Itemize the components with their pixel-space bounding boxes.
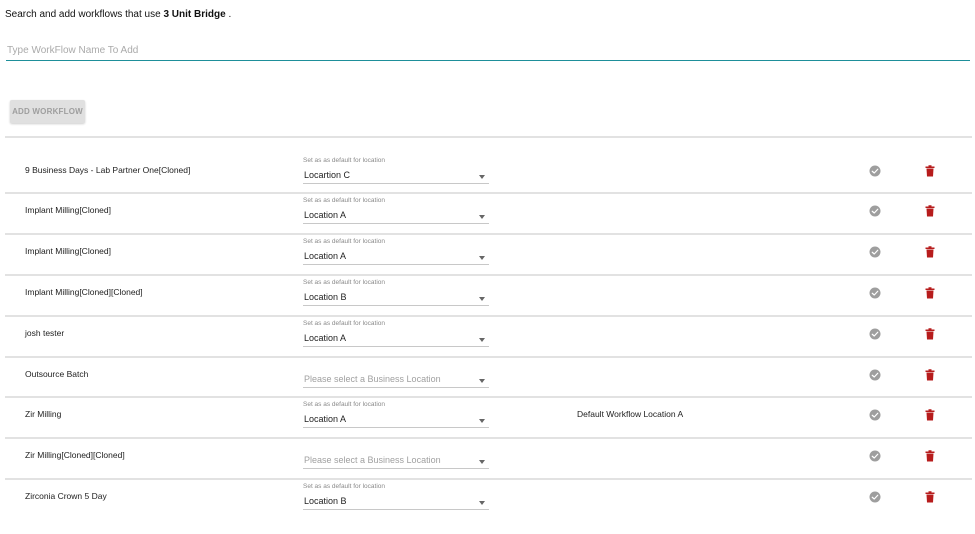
location-select-label: Set as as default for location [303, 401, 386, 409]
workflow-name: Zirconia Crown 5 Day [25, 491, 107, 502]
location-select-field: Please select a Business Location [303, 441, 489, 470]
intro-suffix: . [228, 9, 232, 20]
location-dropdown-value: Location A [304, 210, 347, 220]
location-dropdown[interactable]: Location A [303, 328, 489, 347]
workflow-manager-page: Search and add workflows that use 3 Unit… [0, 0, 975, 534]
workflow-name: Zir Milling[Cloned][Cloned] [25, 450, 125, 461]
intro-product-name: 3 Unit Bridge [163, 9, 226, 20]
location-select-label: Set as as default for location [303, 237, 386, 245]
workflow-name: Implant Milling[Cloned] [25, 205, 111, 215]
location-select-field: Set as as default for location Location A [303, 237, 489, 265]
workflow-row: Zir Milling[Cloned][Cloned] Please select… [5, 437, 972, 478]
location-select-label: Set as as default for location [303, 278, 386, 286]
workflow-row: josh tester Set as as default for locatio… [5, 314, 972, 356]
location-select-field: Set as as default for location Locartion … [303, 156, 489, 184]
delete-trash-icon[interactable] [925, 287, 935, 299]
location-dropdown[interactable]: Location A [303, 246, 489, 265]
location-dropdown[interactable]: Location B [303, 287, 489, 306]
caret-down-icon [479, 175, 485, 179]
set-default-check-icon[interactable] [869, 409, 881, 421]
location-dropdown-value: Location A [304, 332, 347, 343]
default-workflow-note: Default Workflow Location A [577, 409, 684, 420]
caret-down-icon [479, 215, 485, 219]
location-dropdown-value: Location A [304, 250, 347, 261]
set-default-check-icon[interactable] [869, 165, 881, 177]
location-select-field: Set as as default for location Location A [303, 319, 489, 347]
location-select-label: Set as as default for location [303, 483, 386, 491]
workflow-row: Implant Milling[Cloned][Cloned] Set as as… [5, 273, 972, 315]
location-select-label: Set as as default for location [303, 319, 386, 327]
search-field [6, 40, 972, 61]
delete-trash-icon[interactable] [925, 246, 935, 258]
intro-text: Search and add workflows that use 3 Unit… [5, 9, 231, 20]
location-dropdown[interactable]: Please select a Business Location [303, 369, 489, 388]
delete-trash-icon[interactable] [925, 491, 935, 503]
location-dropdown[interactable]: Locartion C [303, 165, 489, 184]
location-select-field: Set as as default for location Location B [303, 278, 489, 306]
delete-trash-icon[interactable] [925, 165, 935, 177]
location-select-field: Set as as default for location Location A [303, 400, 489, 429]
workflow-row: Zir Milling Set as as default for locatio… [5, 396, 972, 437]
location-dropdown[interactable]: Location A [303, 205, 489, 224]
delete-trash-icon[interactable] [925, 450, 935, 462]
location-dropdown[interactable]: Please select a Business Location [303, 450, 489, 470]
location-dropdown-placeholder: Please select a Business Location [304, 373, 441, 384]
caret-down-icon [479, 255, 485, 260]
workflow-row: Implant Milling[Cloned] Set as as default… [5, 232, 972, 274]
workflow-list: 9 Business Days - Lab Partner One[Cloned… [5, 136, 972, 519]
delete-trash-icon[interactable] [925, 368, 935, 381]
set-default-check-icon[interactable] [869, 491, 881, 503]
set-default-check-icon[interactable] [869, 205, 881, 217]
delete-trash-icon[interactable] [925, 327, 935, 340]
workflow-row: Zirconia Crown 5 Day Set as as default fo… [5, 478, 972, 519]
workflow-name: josh tester [25, 327, 65, 338]
caret-down-icon [479, 501, 485, 506]
set-default-check-icon[interactable] [869, 328, 881, 340]
caret-down-icon [479, 296, 485, 301]
workflow-search-input[interactable] [6, 40, 972, 61]
workflow-name: Zir Milling [25, 409, 62, 420]
location-dropdown[interactable]: Location B [303, 491, 489, 511]
location-dropdown-placeholder: Please select a Business Location [304, 455, 441, 466]
workflow-name: Implant Milling[Cloned] [25, 245, 111, 256]
caret-down-icon [479, 419, 485, 424]
location-dropdown-value: Locartion C [304, 170, 351, 180]
set-default-check-icon[interactable] [869, 287, 881, 299]
location-select-label: Set as as default for location [303, 157, 386, 164]
location-select-label: Set as as default for location [303, 197, 386, 204]
location-dropdown-value: Location B [304, 291, 347, 302]
workflow-name: Implant Milling[Cloned][Cloned] [25, 286, 143, 297]
workflow-row: 9 Business Days - Lab Partner One[Cloned… [5, 136, 972, 192]
location-dropdown[interactable]: Location A [303, 409, 489, 429]
caret-down-icon [479, 378, 485, 383]
location-select-field: Set as as default for location Location B [303, 482, 489, 511]
caret-down-icon [479, 337, 485, 342]
add-workflow-button[interactable]: ADD WORKFLOW [10, 100, 85, 123]
set-default-check-icon[interactable] [869, 369, 881, 381]
intro-prefix: Search and add workflows that use [5, 9, 161, 20]
set-default-check-icon[interactable] [869, 450, 881, 462]
workflow-row: Outsource Batch Please select a Business … [5, 355, 972, 397]
location-select-field: Please select a Business Location [303, 360, 489, 388]
workflow-name: Outsource Batch [25, 368, 89, 379]
caret-down-icon [479, 460, 485, 465]
location-select-field: Set as as default for location Location A [303, 196, 489, 224]
location-select-label-spacer [303, 441, 489, 450]
workflow-row: Implant Milling[Cloned] Set as as default… [5, 192, 972, 233]
delete-trash-icon[interactable] [925, 409, 935, 421]
location-dropdown-value: Location B [304, 496, 347, 507]
location-dropdown-value: Location A [304, 414, 347, 425]
delete-trash-icon[interactable] [925, 205, 935, 217]
location-select-label-spacer [303, 360, 489, 369]
workflow-name: 9 Business Days - Lab Partner One[Cloned… [25, 165, 191, 175]
set-default-check-icon[interactable] [869, 246, 881, 258]
